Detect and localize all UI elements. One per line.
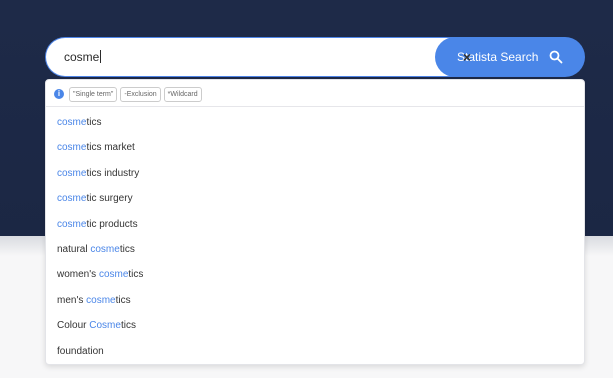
suggestion-item[interactable]: cosmetic surgery (46, 186, 584, 211)
search-tips: i "Single term" -Exclusion *Wildcard (54, 85, 205, 103)
suggestion-item[interactable]: cosmetic products (46, 212, 584, 237)
suggestion-prefix: women's (57, 269, 99, 281)
suggestion-item[interactable]: cosmetics (46, 110, 584, 135)
suggestion-suffix: tics market (86, 142, 135, 154)
suggestion-item[interactable]: natural cosmetics (46, 237, 584, 262)
suggestion-item[interactable]: Colour Cosmetics (46, 313, 584, 338)
search-icon (549, 50, 563, 64)
suggestion-list: cosmetics cosmetics market cosmetics ind… (46, 110, 584, 364)
suggestion-match: cosme (57, 167, 87, 179)
suggestion-match: cosme (98, 269, 129, 281)
suggestion-suffix: tics (86, 117, 102, 128)
suggestion-match: cosme (90, 243, 120, 255)
tip-single-term[interactable]: "Single term" (69, 86, 118, 102)
suggestion-suffix: tic products (86, 218, 138, 230)
autocomplete-dropdown: i "Single term" -Exclusion *Wildcard cos… (45, 79, 585, 365)
tip-wildcard[interactable]: *Wildcard (163, 86, 202, 102)
search-bar: cosme Statista Search × (45, 37, 585, 77)
clear-search-icon[interactable]: × (457, 46, 477, 68)
suggestion-suffix: tics (115, 294, 131, 306)
suggestion-item[interactable]: cosmetics industry (46, 161, 584, 186)
suggestion-item[interactable]: cosmetics market (46, 135, 584, 160)
suggestion-match: Cosme (89, 320, 121, 332)
suggestion-match: cosme (86, 294, 116, 306)
search-query-text: cosme (64, 50, 102, 64)
suggestion-suffix: tics (128, 269, 144, 281)
suggestion-item[interactable]: women's cosmetics (46, 262, 584, 287)
suggestion-item[interactable]: foundation (46, 339, 584, 364)
suggestion-prefix: foundation (57, 345, 104, 357)
suggestion-suffix: tic surgery (86, 193, 133, 205)
tip-exclusion[interactable]: -Exclusion (120, 86, 161, 102)
suggestion-suffix: tics industry (86, 167, 140, 179)
suggestion-suffix: tics (119, 243, 135, 255)
search-input[interactable]: cosme (45, 37, 455, 77)
suggestion-prefix: natural (57, 243, 91, 255)
suggestion-match: cosme (57, 218, 87, 230)
suggestion-match: cosme (57, 142, 87, 154)
suggestion-prefix: men's (57, 294, 87, 306)
info-icon[interactable]: i (54, 89, 64, 99)
suggestion-match: cosme (57, 193, 87, 205)
suggestion-match: cosme (57, 117, 87, 128)
suggestion-item[interactable]: men's cosmetics (46, 288, 584, 313)
tips-divider (46, 106, 584, 107)
text-caret (100, 50, 102, 63)
suggestion-suffix: tics (120, 320, 136, 332)
suggestion-prefix: Colour (57, 320, 90, 332)
